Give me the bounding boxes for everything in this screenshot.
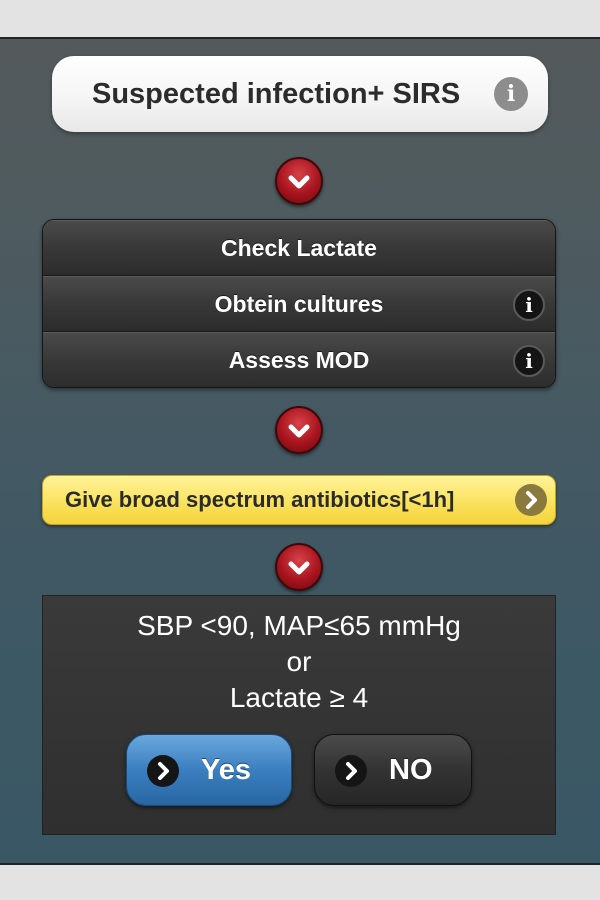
- criteria-panel: SBP <90, MAP≤65 mmHg or Lactate ≥ 4 Yes …: [42, 595, 556, 835]
- criteria-line-lactate: Lactate ≥ 4: [229, 682, 369, 713]
- chevron-right-icon: [335, 755, 367, 787]
- info-icon[interactable]: i: [494, 77, 528, 111]
- chevron-right-icon: [515, 484, 547, 516]
- list-item-obtein-cultures[interactable]: Obtein cultures i: [43, 276, 555, 332]
- list-item-label: Obtein cultures: [214, 291, 384, 317]
- list-item-assess-mod[interactable]: Assess MOD i: [43, 332, 555, 387]
- antibiotics-label: Give broad spectrum antibiotics[<1h]: [65, 487, 455, 512]
- yes-button-label: Yes: [201, 754, 251, 786]
- chevron-right-icon: [147, 755, 179, 787]
- criteria-line-or: or: [286, 646, 312, 677]
- no-button-label: NO: [389, 754, 433, 786]
- chevron-down-icon: [275, 157, 323, 205]
- app-screen: Suspected infection+ SIRS i Check Lactat…: [0, 37, 600, 865]
- yes-button[interactable]: Yes: [126, 734, 292, 806]
- suspected-infection-header[interactable]: Suspected infection+ SIRS i: [52, 56, 548, 132]
- info-icon[interactable]: i: [513, 289, 545, 321]
- list-item-label: Check Lactate: [221, 235, 377, 261]
- chevron-down-icon: [275, 543, 323, 591]
- steps-list: Check Lactate Obtein cultures i Assess M…: [42, 219, 556, 388]
- no-button[interactable]: NO: [314, 734, 472, 806]
- list-item-check-lactate[interactable]: Check Lactate: [43, 220, 555, 276]
- header-title: Suspected infection+ SIRS: [92, 78, 461, 110]
- list-item-label: Assess MOD: [228, 347, 370, 373]
- info-icon[interactable]: i: [513, 345, 545, 377]
- antibiotics-button[interactable]: Give broad spectrum antibiotics[<1h]: [42, 475, 556, 525]
- criteria-line-sbp: SBP <90, MAP≤65 mmHg: [137, 610, 461, 641]
- chevron-down-icon: [275, 406, 323, 454]
